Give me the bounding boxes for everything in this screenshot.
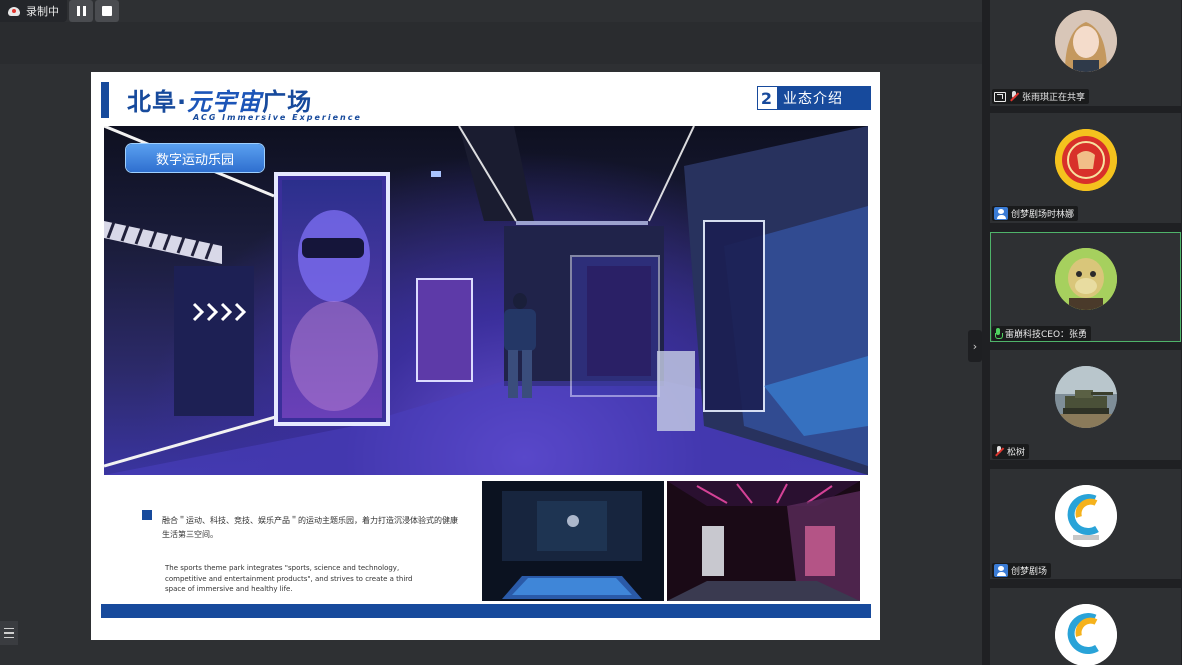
- participant-tile-active-speaker[interactable]: 雷崩科技CEO：张勇: [990, 232, 1181, 342]
- hero-scene-illustration: [104, 126, 868, 475]
- participant-avatar: [1054, 485, 1117, 547]
- participant-tile[interactable]: 松树: [990, 350, 1181, 460]
- participant-name: 松树: [1007, 448, 1026, 458]
- section-title: 业态介绍: [777, 87, 870, 109]
- participant-name-tag: 创梦剧场时林娜: [992, 206, 1079, 221]
- brand-subtitle: ACG Immersive Experience: [193, 113, 362, 122]
- user-icon: [994, 207, 1008, 220]
- recording-label: 录制中: [26, 5, 59, 18]
- brand-logo-text: 北阜·元宇宙广场: [127, 82, 312, 117]
- brand-name-part-a: 北阜·: [127, 88, 188, 116]
- brand-name-part-b: 元宇宙: [187, 88, 263, 116]
- participant-avatar: [1054, 366, 1117, 428]
- cm-logo-illustration: [1054, 604, 1117, 665]
- pause-recording-button[interactable]: [69, 0, 93, 22]
- participant-name-tag: 松树: [992, 444, 1030, 459]
- mic-off-icon: [1009, 90, 1019, 103]
- recording-toolbar: 录制中: [0, 0, 119, 22]
- participant-list-toggle[interactable]: [0, 621, 18, 645]
- billiards-room-illustration: [482, 481, 664, 601]
- participant-name: 创梦剧场时林娜: [1011, 210, 1075, 220]
- ape-cartoon-illustration: [1054, 248, 1117, 310]
- participant-avatar: [1054, 129, 1117, 191]
- shared-screen-area: 北阜·元宇宙广场 ACG Immersive Experience 2 业态介绍: [0, 22, 982, 665]
- woman-portrait-illustration: [1054, 10, 1117, 72]
- meeting-window: 录制中 北阜·元宇宙广场 ACG Immersive Experience 2 …: [0, 0, 1182, 665]
- participant-tile[interactable]: 张雨琪正在共享: [990, 0, 1181, 106]
- tank-photo-illustration: [1054, 366, 1117, 428]
- participant-sidebar: 张雨琪正在共享 创梦剧场时林娜 雷崩科技CEO：张勇 松树 创梦剧场: [989, 0, 1182, 665]
- sidebar-divider[interactable]: [982, 0, 989, 665]
- participant-tile[interactable]: 创梦剧场时林娜: [990, 113, 1181, 223]
- participant-avatar: [1054, 248, 1117, 310]
- neon-corridor-image: [667, 481, 860, 601]
- participant-name-tag: 雷崩科技CEO：张勇: [992, 326, 1092, 341]
- collapse-sidebar-button[interactable]: ›: [968, 330, 982, 362]
- mic-off-icon: [994, 445, 1004, 458]
- section-number: 2: [758, 87, 777, 109]
- stage-header-band: [0, 22, 982, 64]
- bullet-square: [142, 510, 152, 520]
- chevron-right-icon: ›: [972, 339, 978, 353]
- stop-icon: [102, 6, 112, 16]
- cm-logo-illustration: [1054, 485, 1117, 547]
- billiards-room-image: [482, 481, 664, 601]
- screen-share-icon: [994, 91, 1006, 102]
- participant-tile[interactable]: 创梦剧场: [990, 469, 1181, 579]
- participant-avatar: [1054, 10, 1117, 72]
- participant-name: 张雨琪正在共享: [1022, 93, 1086, 103]
- participant-avatar: [1054, 604, 1117, 665]
- participant-name-tag: 创梦剧场: [992, 563, 1052, 578]
- brand-name-part-c: 广场: [262, 88, 313, 116]
- presentation-slide: 北阜·元宇宙广场 ACG Immersive Experience 2 业态介绍: [91, 72, 880, 640]
- participant-tile[interactable]: [990, 588, 1181, 665]
- participant-name-tag: 张雨琪正在共享: [992, 89, 1090, 104]
- stop-recording-button[interactable]: [95, 0, 119, 22]
- red-badge-logo-illustration: [1054, 129, 1117, 191]
- recording-status: 录制中: [0, 0, 67, 22]
- user-icon: [994, 564, 1008, 577]
- description-english: The sports theme park integrates "sports…: [165, 564, 413, 593]
- hero-caption-badge: 数字运动乐园: [126, 144, 264, 172]
- section-tag: 2 业态介绍: [757, 86, 871, 110]
- neon-corridor-illustration: [667, 481, 860, 601]
- pause-icon: [76, 6, 86, 16]
- participant-name: 创梦剧场: [1011, 567, 1048, 577]
- mic-on-icon: [994, 327, 1003, 340]
- cloud-record-icon: [8, 6, 20, 16]
- slide-footer-bar: [101, 604, 871, 618]
- hero-scene-image: 数字运动乐园: [104, 126, 868, 475]
- description-chinese: 融合＂运动、科技、竞技、娱乐产品＂的运动主题乐园，着力打造沉浸体验式的健康生活第…: [162, 516, 458, 539]
- participant-name: 雷崩科技CEO：张勇: [1005, 330, 1088, 340]
- logo-accent-bar: [101, 82, 109, 118]
